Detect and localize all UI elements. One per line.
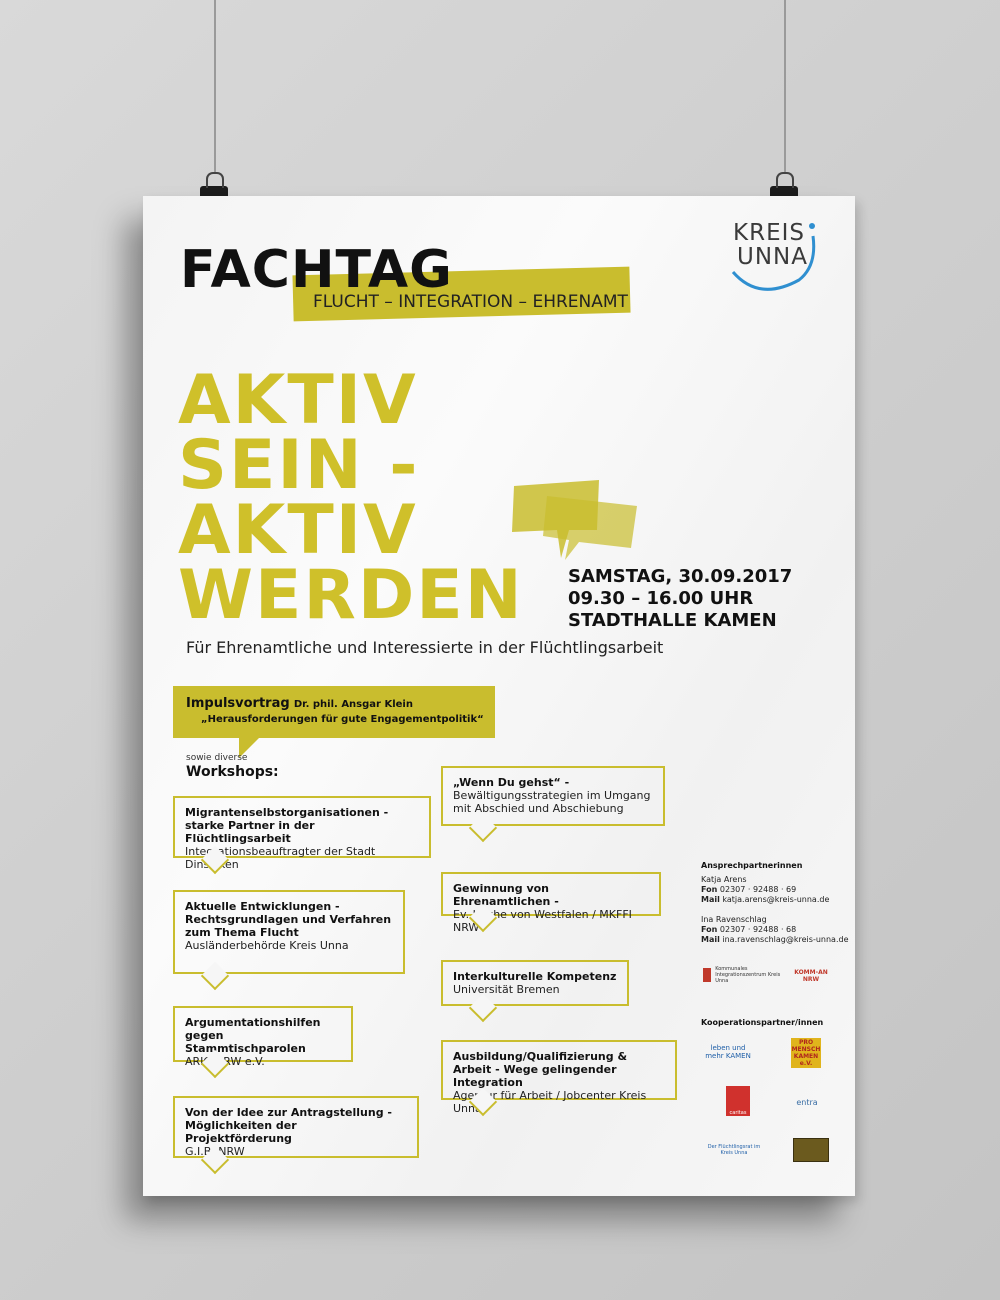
workshop-title: Ausbildung/Qualifizierung & Arbeit - Weg… [453,1050,628,1089]
mail-label: Mail [701,895,720,904]
bubble-tail [468,993,498,1023]
komm-an-logo: KOMM-AN NRW [794,969,828,983]
ki-logo: Kommunales Integrationszentrum Kreis Unn… [703,966,793,984]
contact-2-email: ina.ravenschlag@kreis-unna.de [722,935,849,944]
workshop-host: Ausländerbehörde Kreis Unna [185,939,349,952]
contacts-block: Ansprechpartnerinnen Katja Arens Fon 023… [701,861,849,945]
impuls-box [173,686,495,738]
hanging-wire-left [214,0,216,172]
bubble-tail [468,813,498,843]
logo-line-unna: UNNA [737,244,808,270]
contact-1-email: katja.arens@kreis-unna.de [722,895,830,904]
workshop-bubble-1: Migrantenselbstorganisationen - starke P… [173,796,431,875]
impuls-line: Impulsvortrag Dr. phil. Ansgar Klein [186,696,413,711]
fon-label: Fon [701,885,718,894]
bubble-tail [200,961,230,991]
contacts-heading: Ansprechpartnerinnen [701,861,803,870]
lead-text: Für Ehrenamtliche und Interessierte in d… [186,638,664,657]
workshop-title: „Wenn Du gehst“ - [453,776,570,789]
contact-2-phone: 02307 · 92488 · 68 [719,925,797,934]
workshop-title: Von der Idee zur Antragstellung - Möglic… [185,1106,392,1145]
event-venue: STADTHALLE KAMEN [568,610,777,631]
partners-heading: Kooperationspartner/innen [701,1018,824,1027]
workshop-host: Universität Bremen [453,983,560,996]
workshop-bubble-5: „Wenn Du gehst“ - Bewältigungsstrategien… [441,766,665,843]
mail-label: Mail [701,935,720,944]
headline-line-4: WERDEN [178,556,524,635]
poster-title: FACHTAG [180,240,453,300]
entra-logo: entra [796,1097,818,1107]
workshop-bubble-4: Von der Idee zur Antragstellung - Möglic… [173,1096,419,1175]
poster-subtitle: FLUCHT – INTEGRATION – EHRENAMT [313,292,628,312]
workshop-title: Aktuelle Entwicklungen - Rechtsgrundlage… [185,900,392,939]
contact-1-phone: 02307 · 92488 · 69 [719,885,797,894]
hanging-wire-right [784,0,786,172]
impuls-speaker: Dr. phil. Ansgar Klein [293,699,413,710]
kamen-logo: leben und mehr KAMEN [705,1044,751,1060]
event-date: SAMSTAG, 30.09.2017 [568,566,793,587]
workshop-title: Migrantenselbstorganisationen - starke P… [185,806,389,845]
caritas-logo: caritas [726,1086,750,1116]
workshop-host: Bewältigungsstrategien im Umgang mit Abs… [453,789,651,815]
event-details: SAMSTAG, 30.09.2017 09.30 – 16.00 UHR ST… [568,566,792,632]
workshop-bubble-6: Gewinnung von Ehrenamtlichen - Ev. Kirch… [441,872,661,934]
kreis-unna-logo: KREIS UNNA [729,216,823,294]
impuls-label: Impulsvortrag [186,696,290,711]
poster: FACHTAG FLUCHT – INTEGRATION – EHRENAMT … [143,196,855,1196]
workshop-title: Argumentationshilfen gegen Stammtischpar… [185,1016,321,1055]
workshop-bubble-3: Argumentationshilfen gegen Stammtischpar… [173,1006,353,1079]
ki-logo-mark [703,968,712,982]
sowie-text: sowie diverse [186,753,248,763]
ki-logo-text: Kommunales Integrationszentrum Kreis Unn… [715,966,781,984]
speech-bubbles-graphic [512,480,637,560]
contact-2-name: Ina Ravenschlag [701,915,767,924]
contact-1-name: Katja Arens [701,875,747,884]
partner-logo-box [793,1138,829,1162]
workshop-bubble-7: Interkulturelle Kompetenz Universität Br… [441,960,629,1023]
workshops-heading: Workshops: [186,764,279,780]
workshop-title: Interkulturelle Kompetenz [453,970,617,983]
event-time: 09.30 – 16.00 UHR [568,588,754,609]
pro-mensch-logo: PRO MENSCH KAMEN e.V. [791,1038,821,1068]
workshop-bubble-2: Aktuelle Entwicklungen - Rechtsgrundlage… [173,890,405,991]
fluechtlingsrat-logo: Der Flüchtlingsrat im Kreis Unna [707,1144,761,1156]
workshop-bubble-8: Ausbildung/Qualifizierung & Arbeit - Weg… [441,1040,677,1117]
logo-line-kreis: KREIS [733,220,805,246]
fon-label: Fon [701,925,718,934]
impuls-topic: „Herausforderungen für gute Engagementpo… [201,714,484,725]
